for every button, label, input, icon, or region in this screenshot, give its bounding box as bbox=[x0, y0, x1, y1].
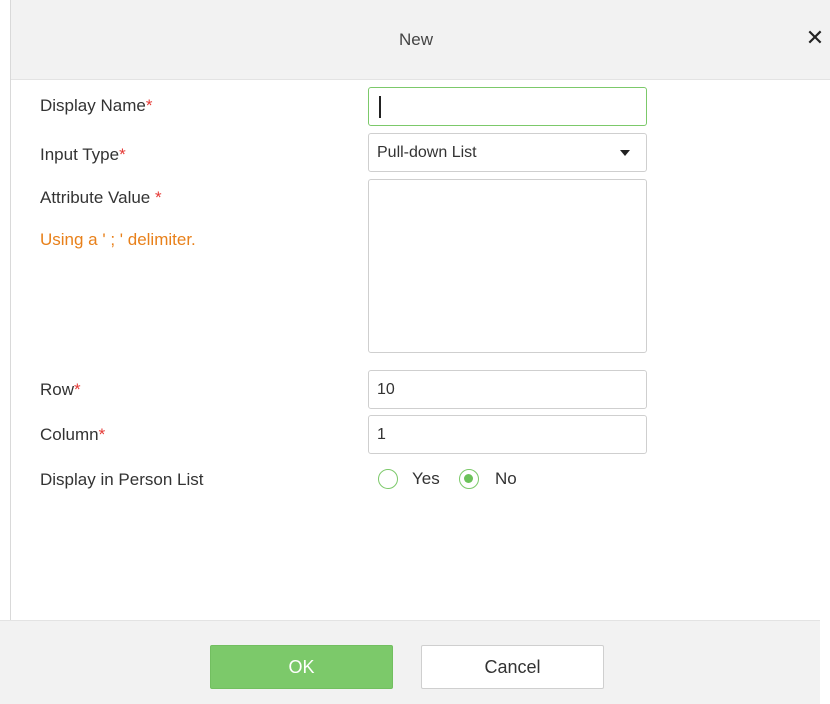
required-marker: * bbox=[98, 425, 106, 444]
cancel-button[interactable]: Cancel bbox=[421, 645, 604, 689]
display-name-input[interactable] bbox=[368, 87, 647, 126]
input-type-selected-value: Pull-down List bbox=[377, 144, 477, 161]
row-input[interactable] bbox=[368, 370, 647, 409]
attribute-value-label: Attribute Value * bbox=[40, 188, 162, 207]
dialog-header: New ✕ bbox=[11, 0, 830, 80]
required-marker: * bbox=[74, 380, 81, 399]
radio-selected-dot bbox=[464, 474, 473, 483]
radio-no[interactable] bbox=[459, 469, 479, 489]
required-marker: * bbox=[145, 96, 153, 115]
required-marker: * bbox=[154, 188, 162, 207]
radio-no-label[interactable]: No bbox=[495, 469, 517, 489]
input-type-select[interactable]: Pull-down List bbox=[368, 133, 647, 172]
close-icon[interactable]: ✕ bbox=[803, 26, 827, 50]
column-label: Column* bbox=[40, 425, 106, 444]
dialog-footer bbox=[0, 620, 820, 704]
display-name-label: Display Name* bbox=[40, 96, 153, 115]
ok-button[interactable]: OK bbox=[210, 645, 393, 689]
text-cursor bbox=[379, 96, 381, 118]
radio-yes-label[interactable]: Yes bbox=[412, 469, 440, 489]
input-type-label: Input Type* bbox=[40, 145, 126, 164]
attribute-value-textarea[interactable] bbox=[368, 179, 647, 353]
dialog-title: New bbox=[398, 30, 433, 49]
radio-yes[interactable] bbox=[378, 469, 398, 489]
required-marker: * bbox=[119, 145, 126, 164]
row-label: Row* bbox=[40, 380, 81, 399]
column-input[interactable] bbox=[368, 415, 647, 454]
chevron-down-icon bbox=[620, 150, 630, 156]
delimiter-hint: Using a ' ; ' delimiter. bbox=[40, 230, 196, 249]
display-in-person-list-label: Display in Person List bbox=[40, 470, 204, 489]
